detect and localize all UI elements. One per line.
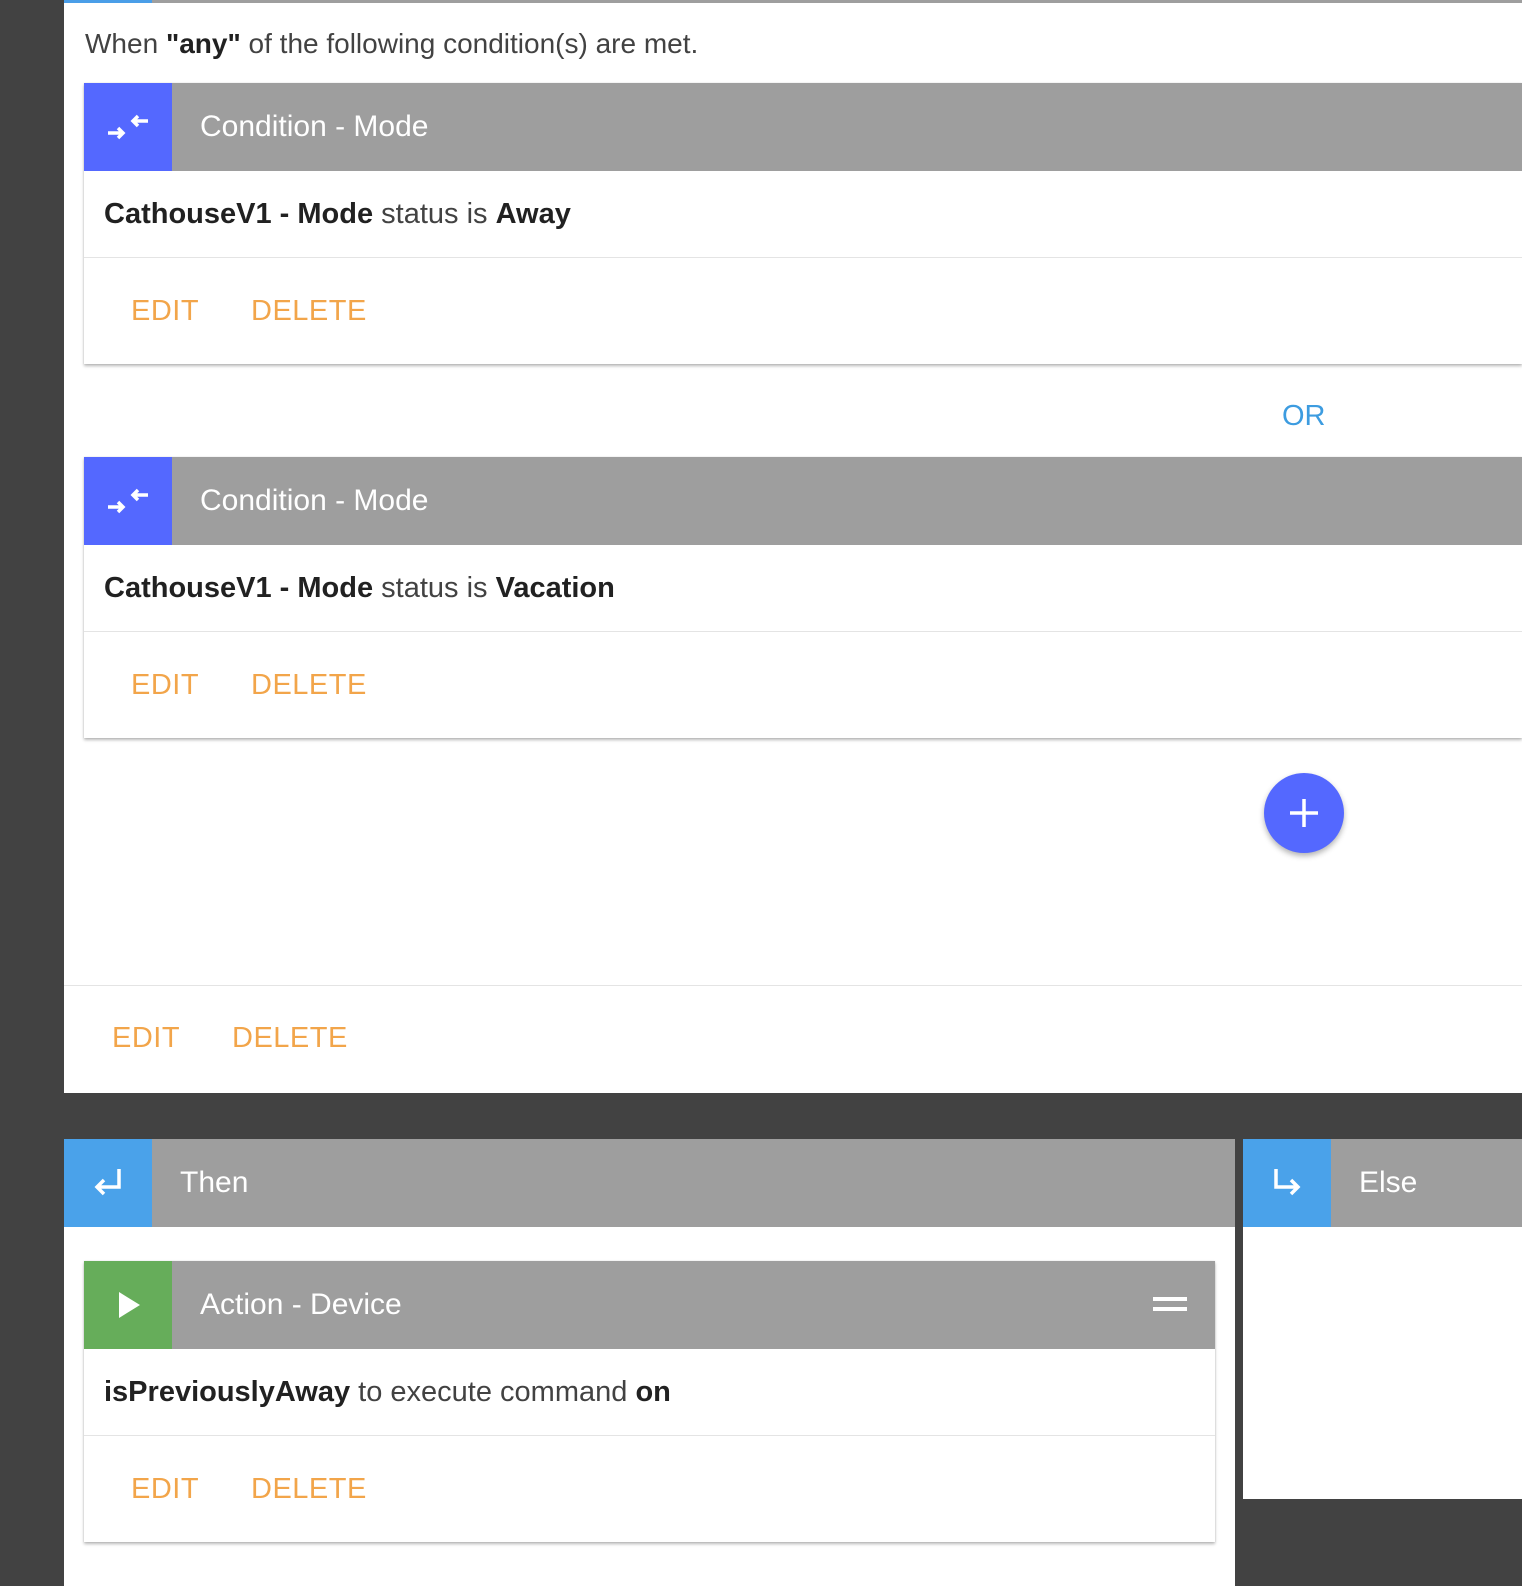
divider xyxy=(84,1435,1215,1436)
divider xyxy=(84,631,1522,632)
else-header: Else xyxy=(1243,1139,1522,1227)
condition-description: CathouseV1 - Mode status is Away xyxy=(104,198,571,230)
subdirectory-return-icon xyxy=(64,1139,152,1227)
delete-condition-button[interactable]: DELETE xyxy=(251,669,367,702)
compare-arrows-icon xyxy=(84,83,172,171)
then-title: Then xyxy=(180,1166,249,1199)
match-mode-keyword: "any" xyxy=(165,28,241,59)
then-header: Then xyxy=(64,1139,1235,1227)
condition-value: Away xyxy=(495,198,571,230)
or-operator-label: OR xyxy=(1282,400,1326,432)
panel-top-border xyxy=(64,0,1522,3)
condition-card: Condition - Mode CathouseV1 - Mode statu… xyxy=(84,83,1522,364)
edit-rule-button[interactable]: EDIT xyxy=(112,1022,180,1055)
action-subject: isPreviouslyAway xyxy=(104,1376,351,1408)
condition-device: CathouseV1 - Mode xyxy=(104,198,374,230)
condition-header: Condition - Mode xyxy=(84,457,1522,545)
condition-card: Condition - Mode CathouseV1 - Mode statu… xyxy=(84,457,1522,738)
subdirectory-arrow-right-icon xyxy=(1243,1139,1331,1227)
play-icon xyxy=(84,1261,172,1349)
delete-rule-button[interactable]: DELETE xyxy=(232,1022,348,1055)
delete-action-button[interactable]: DELETE xyxy=(251,1473,367,1506)
drag-handle-icon[interactable] xyxy=(1153,1297,1187,1313)
compare-arrows-icon xyxy=(84,457,172,545)
action-card: Action - Device isPreviouslyAway to exec… xyxy=(84,1261,1215,1542)
edit-condition-button[interactable]: EDIT xyxy=(131,295,199,328)
condition-device: CathouseV1 - Mode xyxy=(104,572,374,604)
delete-condition-button[interactable]: DELETE xyxy=(251,295,367,328)
rule-editor: When "any" of the following condition(s)… xyxy=(0,0,1522,1586)
conditions-intro-text: When "any" of the following condition(s)… xyxy=(85,28,699,59)
divider xyxy=(84,257,1522,258)
else-title: Else xyxy=(1359,1166,1418,1199)
panel-top-accent xyxy=(64,0,152,3)
action-header: Action - Device xyxy=(84,1261,1215,1349)
then-panel: Then Action - Device isPreviouslyAway to… xyxy=(64,1139,1235,1586)
add-condition-button[interactable] xyxy=(1264,773,1344,853)
action-title: Action - Device xyxy=(200,1288,402,1321)
action-command: on xyxy=(635,1376,671,1408)
condition-description: CathouseV1 - Mode status is Vacation xyxy=(104,572,615,604)
condition-header: Condition - Mode xyxy=(84,83,1522,171)
action-description: isPreviouslyAway to execute command on xyxy=(104,1376,671,1408)
edit-action-button[interactable]: EDIT xyxy=(131,1473,199,1506)
edit-condition-button[interactable]: EDIT xyxy=(131,669,199,702)
plus-icon xyxy=(1290,799,1318,827)
divider xyxy=(64,985,1522,986)
condition-title: Condition - Mode xyxy=(200,484,429,517)
condition-title: Condition - Mode xyxy=(200,110,429,143)
else-panel: Else xyxy=(1243,1139,1522,1499)
conditions-panel: When "any" of the following condition(s)… xyxy=(64,0,1522,1093)
condition-value: Vacation xyxy=(495,572,615,604)
